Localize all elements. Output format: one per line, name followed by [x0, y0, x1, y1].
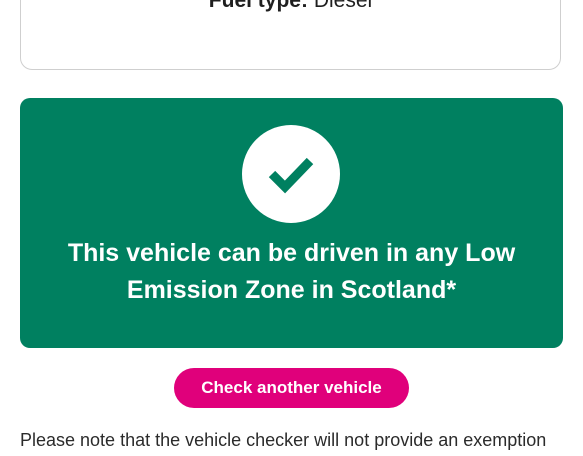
fuel-type-value: Diesel: [313, 0, 373, 12]
check-another-vehicle-button[interactable]: Check another vehicle: [174, 368, 409, 408]
fuel-type-row: Fuel type: Diesel: [21, 0, 560, 13]
result-panel: This vehicle can be driven in any Low Em…: [20, 98, 563, 348]
vehicle-details-card: Fuel type: Diesel: [20, 0, 561, 70]
result-message: This vehicle can be driven in any Low Em…: [40, 235, 543, 309]
result-message-line-1: This vehicle can be driven in any Low: [67, 239, 516, 267]
page: Fuel type: Diesel This vehicle can be dr…: [0, 0, 583, 456]
fuel-type-label: Fuel type:: [208, 0, 308, 12]
result-message-line-2: Emission Zone in Scotland*: [126, 276, 457, 304]
checkmark-icon: [242, 125, 340, 223]
exemption-note: Please note that the vehicle checker wil…: [20, 430, 547, 450]
